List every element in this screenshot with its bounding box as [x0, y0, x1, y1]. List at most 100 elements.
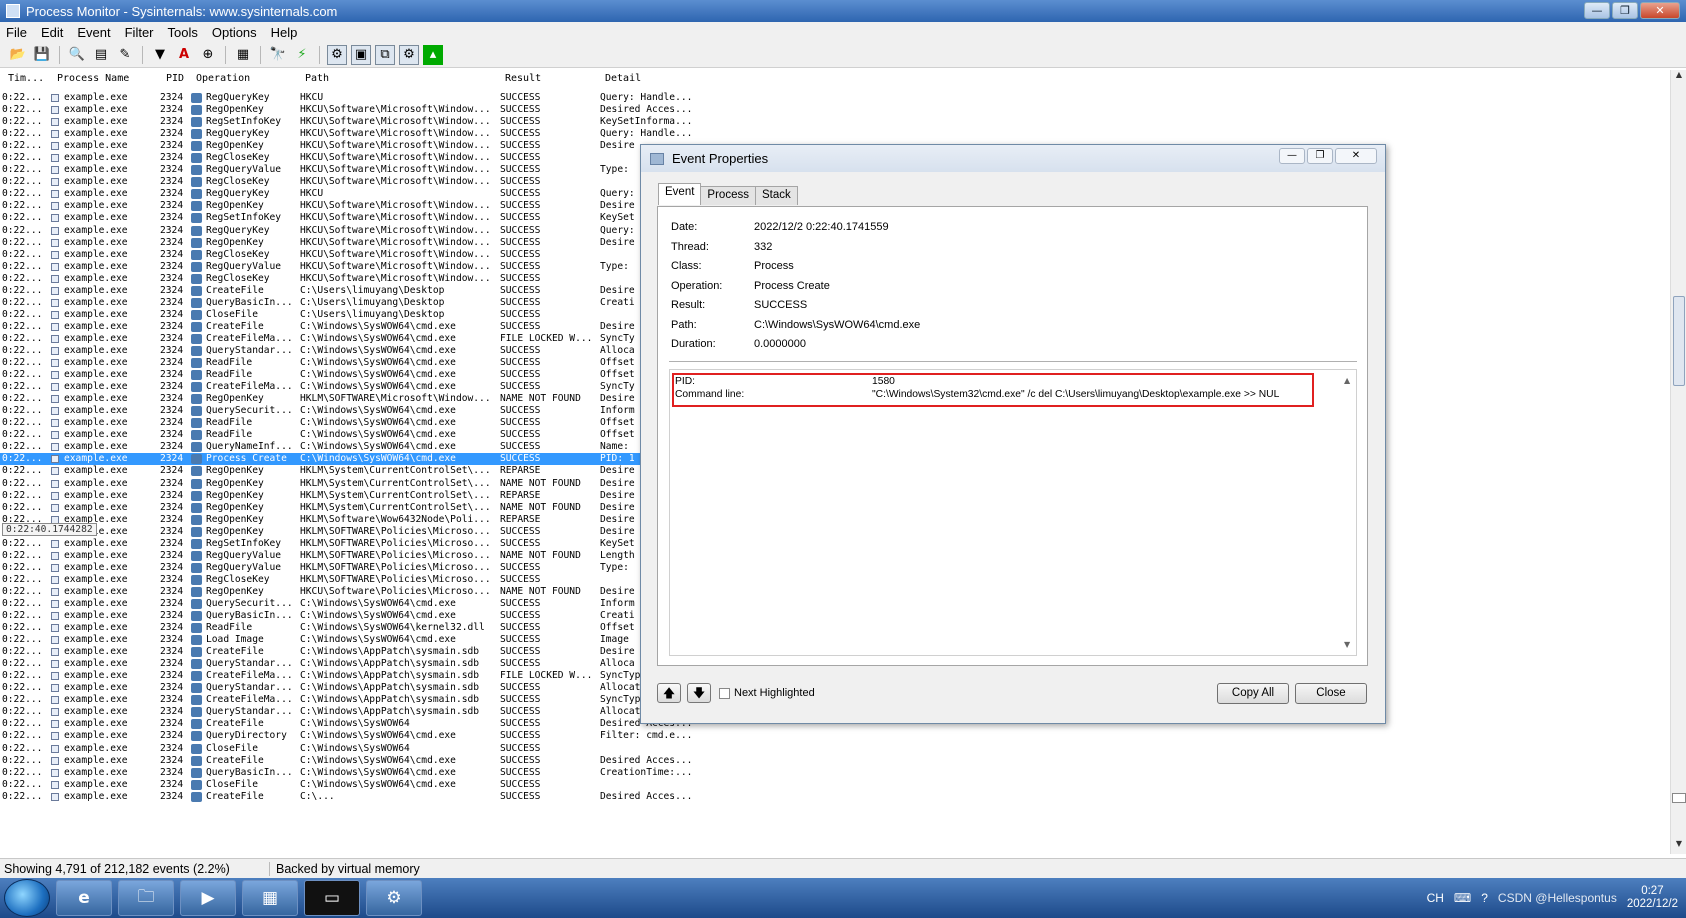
input-language[interactable]: CH	[1427, 891, 1444, 905]
table-row[interactable]: 0:22... example.exe 2324 RegOpenKey HKCU\Sof…	[0, 200, 700, 212]
tab-event[interactable]: Event	[658, 183, 702, 205]
column-path[interactable]: Path	[305, 73, 329, 84]
dialog-maximize-button[interactable]: ❐	[1307, 148, 1333, 164]
table-row[interactable]: 0:22... example.exe 2324 CreateFileMa... C:\…	[0, 333, 700, 345]
table-row[interactable]: 0:22... example.exe 2324 ReadFile C:\Windows…	[0, 417, 700, 429]
previous-event-button[interactable]: 🡅	[657, 683, 681, 703]
process-activity-icon[interactable]: ⚙	[399, 44, 419, 65]
table-row[interactable]: 0:22... example.exe 2324 RegCloseKey HKCU\So…	[0, 249, 700, 261]
table-row[interactable]: 0:22... example.exe 2324 QueryBasicIn... C:\…	[0, 610, 700, 622]
process-tree-icon[interactable]: ▦	[233, 45, 253, 65]
table-row[interactable]: 0:22... example.exe 2324 CloseFile C:\Users\…	[0, 309, 700, 321]
start-button[interactable]	[4, 879, 50, 917]
target-icon[interactable]: ⊕	[198, 45, 218, 65]
maximize-button[interactable]: ❐	[1612, 2, 1638, 19]
dialog-close-x-button[interactable]: ✕	[1335, 148, 1377, 164]
scroll-up-icon[interactable]: ▲	[1344, 376, 1350, 385]
table-row[interactable]: 0:22... example.exe 2324 QueryStandar... C:\…	[0, 345, 700, 357]
taskbar-network-icon[interactable]: ▦	[242, 880, 298, 916]
taskbar-explorer-icon[interactable]: 🗀	[118, 880, 174, 916]
table-row[interactable]: 0:22... example.exe 2324 ReadFile C:\Windows…	[0, 369, 700, 381]
table-row[interactable]: 0:22... example.exe 2324 Process Create C:\W…	[0, 453, 700, 466]
table-row[interactable]: 0:22... example.exe 2324 ReadFile C:\Windows…	[0, 622, 700, 634]
table-row[interactable]: 0:22... example.exe 2324 RegOpenKey HKCU\Sof…	[0, 237, 700, 249]
scroll-up-icon[interactable]: ▲	[1671, 70, 1686, 85]
table-row[interactable]: 0:22... example.exe 2324 ReadFile C:\Windows…	[0, 357, 700, 369]
table-row[interactable]: 0:22... example.exe 2324 CreateFileMa... C:\…	[0, 381, 700, 393]
scroll-down-icon[interactable]: ▼	[1344, 640, 1350, 649]
column-time[interactable]: Tim...	[8, 73, 44, 84]
next-event-button[interactable]: 🡇	[687, 683, 711, 703]
table-row[interactable]: 0:22... example.exe 2324 CreateFile C:\Windo…	[0, 755, 700, 767]
table-row[interactable]: 0:22... example.exe 2324 RegOpenKey HKCU\Sof…	[0, 140, 700, 152]
column-pid[interactable]: PID	[166, 73, 184, 84]
menu-tools[interactable]: Tools	[168, 25, 198, 40]
highlight-icon[interactable]: A	[174, 45, 194, 65]
taskbar-ie-icon[interactable]: e	[56, 880, 112, 916]
table-row[interactable]: 0:22... example.exe 2324 CreateFile C:\... SU…	[0, 791, 700, 802]
table-row[interactable]: 0:22... example.exe 2324 RegOpenKey HKLM\Sys…	[0, 502, 700, 514]
table-row[interactable]: 0:22...example.exe2324RegOpenKeyHKLM\SOF…	[0, 393, 700, 405]
help-icon[interactable]: ?	[1481, 891, 1488, 905]
table-row[interactable]: 0:22... example.exe 2324 CreateFile C:\Windo…	[0, 646, 700, 658]
close-button[interactable]: ✕	[1640, 2, 1680, 19]
table-row[interactable]: 0:22... example.exe 2324 RegCloseKey HKCU\So…	[0, 176, 700, 188]
clock[interactable]: 0:27 2022/12/2	[1627, 885, 1678, 911]
menu-help[interactable]: Help	[271, 25, 298, 40]
copy-all-button[interactable]: Copy All	[1217, 683, 1289, 704]
scroll-thumb[interactable]	[1673, 296, 1685, 386]
dialog-minimize-button[interactable]: —	[1279, 148, 1305, 164]
find-icon[interactable]: 🔭	[268, 45, 288, 65]
column-detail[interactable]: Detail	[605, 73, 641, 84]
open-icon[interactable]: 📂	[8, 45, 28, 65]
table-row[interactable]: 0:22... example.exe 2324 QueryBasicIn... C:\…	[0, 767, 700, 779]
next-highlighted-checkbox[interactable]: Next Highlighted	[719, 687, 815, 699]
table-row[interactable]: 0:22... example.exe 2324 CreateFileMa... C:\…	[0, 694, 700, 706]
taskbar-media-icon[interactable]: ▶	[180, 880, 236, 916]
table-row[interactable]: 0:22... example.exe 2324 RegOpenKey HKLM\Sys…	[0, 490, 700, 502]
column-result[interactable]: Result	[505, 73, 541, 84]
table-row[interactable]: 0:22... example.exe 2324 RegQueryValue HKLM\…	[0, 562, 700, 574]
table-row[interactable]: 0:22... example.exe 2324 QueryBasicIn... C:\…	[0, 297, 700, 309]
table-row[interactable]: 0:22... example.exe 2324 RegQueryKey HKCU\So…	[0, 128, 700, 140]
table-row[interactable]: 0:22... example.exe 2324 QuerySecurit... C:\…	[0, 598, 700, 610]
table-row[interactable]: 0:22... example.exe 2324 Load Image C:\Windo…	[0, 634, 700, 646]
table-row[interactable]: 0:22... example.exe 2324 RegQueryValue HKLM\…	[0, 550, 700, 562]
magnifier-icon[interactable]: 🔍	[67, 45, 87, 65]
table-row[interactable]: 0:22... example.exe 2324 RegOpenKey HKCU\Sof…	[0, 586, 700, 598]
table-row[interactable]: 0:22... example.exe 2324 RegQueryKey HKCU\So…	[0, 225, 700, 237]
filesystem-activity-icon[interactable]: ▣	[351, 44, 371, 65]
table-row[interactable]: 0:22... example.exe 2324 RegCloseKey HKCU\So…	[0, 152, 700, 164]
table-row[interactable]: 0:22... example.exe 2324 RegCloseKey HKLM\SO…	[0, 574, 700, 586]
table-row[interactable]: 0:22... example.exe 2324 QueryStandar... C:\…	[0, 682, 700, 694]
table-row[interactable]: 0:22... example.exe 2324 ReadFile C:\Windows…	[0, 429, 700, 441]
table-row[interactable]: 0:22... example.exe 2324 QueryStandar... C:\…	[0, 706, 700, 718]
column-operation[interactable]: Operation	[196, 73, 250, 84]
table-row[interactable]: 0:22... example.exe 2324 RegQueryValue HKCU\…	[0, 261, 700, 273]
table-row[interactable]: 0:22... example.exe 2324 RegOpenKey HKCU\Sof…	[0, 104, 700, 116]
table-row[interactable]: 0:22... example.exe 2324 RegQueryKey HKCU SUC…	[0, 188, 700, 200]
clear-icon[interactable]: ✎	[115, 45, 135, 65]
tab-process[interactable]: Process	[700, 186, 756, 205]
save-icon[interactable]: 💾	[32, 45, 52, 65]
table-row[interactable]: 0:22... example.exe 2324 QuerySecurit... C:\…	[0, 405, 700, 417]
tab-stack[interactable]: Stack	[754, 186, 798, 205]
table-row[interactable]: 0:22... example.exe 2324 RegCloseKey HKCU\So…	[0, 273, 700, 285]
menu-event[interactable]: Event	[77, 25, 110, 40]
table-row[interactable]: 0:22... example.exe 2324 QueryNameInf... C:\…	[0, 441, 700, 453]
menu-file[interactable]: File	[6, 25, 27, 40]
table-row[interactable]: 0:22... example.exe 2324 RegSetInfoKey HKCU\…	[0, 212, 700, 224]
table-row[interactable]: 0:22... example.exe 2324 CloseFile C:\Window…	[0, 779, 700, 791]
taskbar-procmon-icon[interactable]: ⚙	[366, 880, 422, 916]
table-row[interactable]: 0:22... example.exe 2324 CreateFile C:\Windo…	[0, 718, 700, 730]
table-row[interactable]: 0:22... example.exe 2324 RegSetInfoKey HKLM\…	[0, 538, 700, 550]
jump-icon[interactable]: ⚡	[292, 45, 312, 65]
close-dialog-button[interactable]: Close	[1295, 683, 1367, 704]
network-activity-icon[interactable]: ⧉	[375, 44, 395, 65]
menu-filter[interactable]: Filter	[125, 25, 154, 40]
table-row[interactable]: 0:22... example.exe 2324 CreateFile C:\Users…	[0, 285, 700, 297]
table-row[interactable]: 0:22...example.exe2324RegOpenKeyHKLM\SOF…	[0, 526, 700, 538]
table-row[interactable]: 0:22... example.exe 2324 CreateFileMa... C:\…	[0, 670, 700, 682]
details-scrollbar[interactable]: ▲ ▼	[1341, 372, 1355, 653]
table-row[interactable]: 0:22... example.exe 2324 RegQueryValue HKCU\…	[0, 164, 700, 176]
